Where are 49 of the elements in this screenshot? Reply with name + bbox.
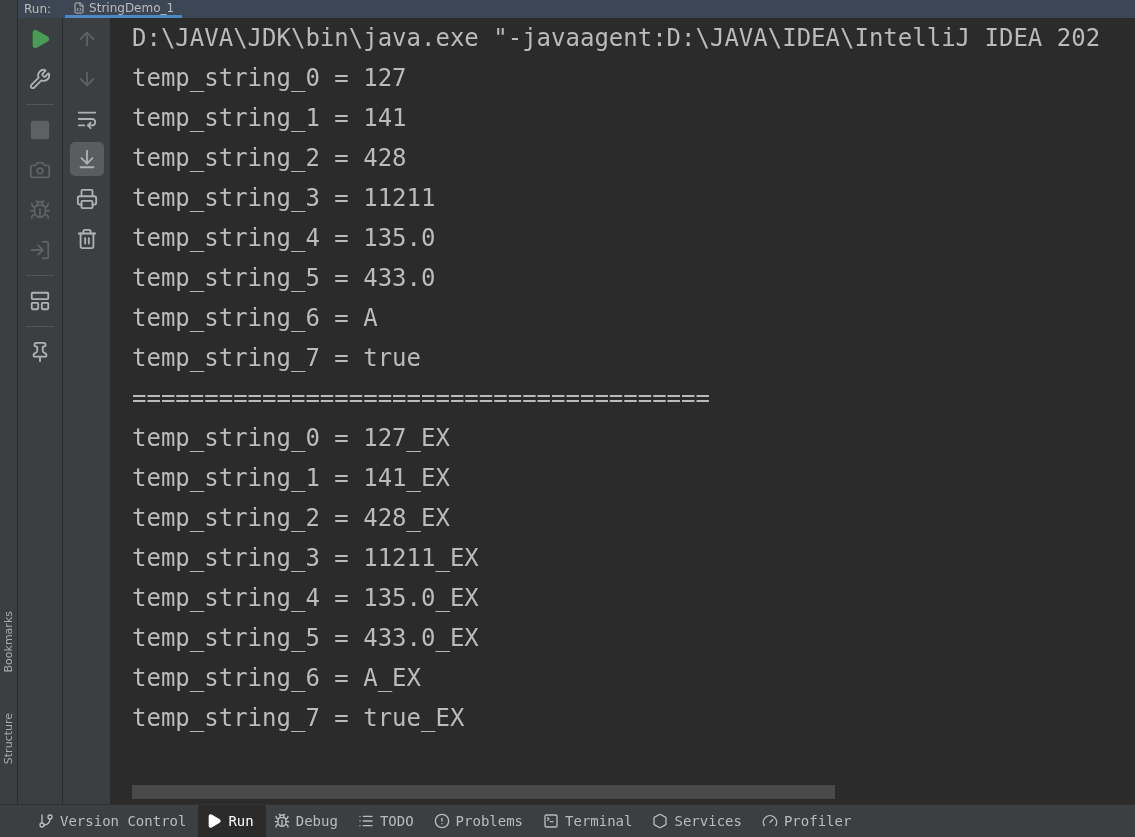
tool-window-label[interactable]: Bookmarks: [2, 611, 15, 673]
enter-icon: [29, 239, 51, 261]
console-line: D:\JAVA\JDK\bin\java.exe "-javaagent:D:\JAVA\IDEA\IntelliJ IDEA 202: [132, 23, 1102, 54]
console-line: temp_string_7 = true: [132, 343, 422, 374]
console-line: temp_string_2 = 428_EX: [132, 503, 451, 534]
tool-window-tab[interactable]: Services: [644, 805, 754, 837]
editor-tab[interactable]: StringDemo_1: [65, 0, 183, 18]
console-line: temp_string_4 = 135.0: [132, 223, 437, 254]
camera-icon: [29, 159, 51, 181]
console-line: temp_string_1 = 141_EX: [132, 463, 451, 494]
tool-window-tab[interactable]: TODO: [349, 805, 426, 837]
console-line: temp_string_2 = 428: [132, 143, 408, 174]
console-line: temp_string_1 = 141: [132, 103, 408, 134]
terminal-icon: [543, 813, 560, 829]
trash-icon: [75, 228, 98, 250]
tool-window-tab[interactable]: Debug: [265, 805, 350, 837]
horizontal-scrollbar[interactable]: [132, 785, 835, 799]
tool-window-tab[interactable]: Run: [198, 805, 266, 837]
console-line: temp_string_6 = A_EX: [132, 663, 422, 694]
layout-icon: [29, 290, 51, 312]
hexagon-icon: [652, 813, 669, 829]
alert-icon: [433, 813, 450, 829]
play-icon: [206, 813, 223, 829]
tool-window-tab[interactable]: Version Control: [30, 805, 199, 837]
bug-icon: [273, 813, 290, 829]
branch-icon: [38, 813, 54, 829]
bug-icon: [29, 199, 51, 221]
tool-window-label[interactable]: Structure: [2, 712, 15, 764]
panel-title: Run:: [24, 2, 52, 16]
printer-icon: [75, 188, 98, 210]
tool-window-tab[interactable]: Terminal: [535, 805, 645, 837]
console-line: temp_string_3 = 11211: [132, 183, 437, 214]
stop-icon: [29, 119, 51, 141]
list-icon: [357, 813, 374, 829]
console-line: temp_string_0 = 127: [132, 63, 408, 94]
console-line: temp_string_4 = 135.0_EX: [132, 583, 480, 614]
file-icon: [73, 1, 86, 14]
console-line: temp_string_0 = 127_EX: [132, 423, 451, 454]
console-line: temp_string_7 = true_EX: [132, 703, 466, 734]
tool-window-tab[interactable]: Profiler: [753, 805, 864, 837]
scroll-to-end-button[interactable]: [69, 142, 104, 176]
gauge-icon: [761, 813, 778, 829]
console-line: ========================================: [132, 383, 711, 414]
console-line: temp_string_5 = 433.0_EX: [132, 623, 480, 654]
console-line: temp_string_3 = 11211_EX: [132, 543, 480, 574]
tool-window-tab[interactable]: Problems: [425, 805, 536, 837]
console-line: temp_string_5 = 433.0: [132, 263, 437, 294]
console-line: temp_string_6 = A: [132, 303, 379, 334]
wrench-icon: [29, 68, 51, 90]
